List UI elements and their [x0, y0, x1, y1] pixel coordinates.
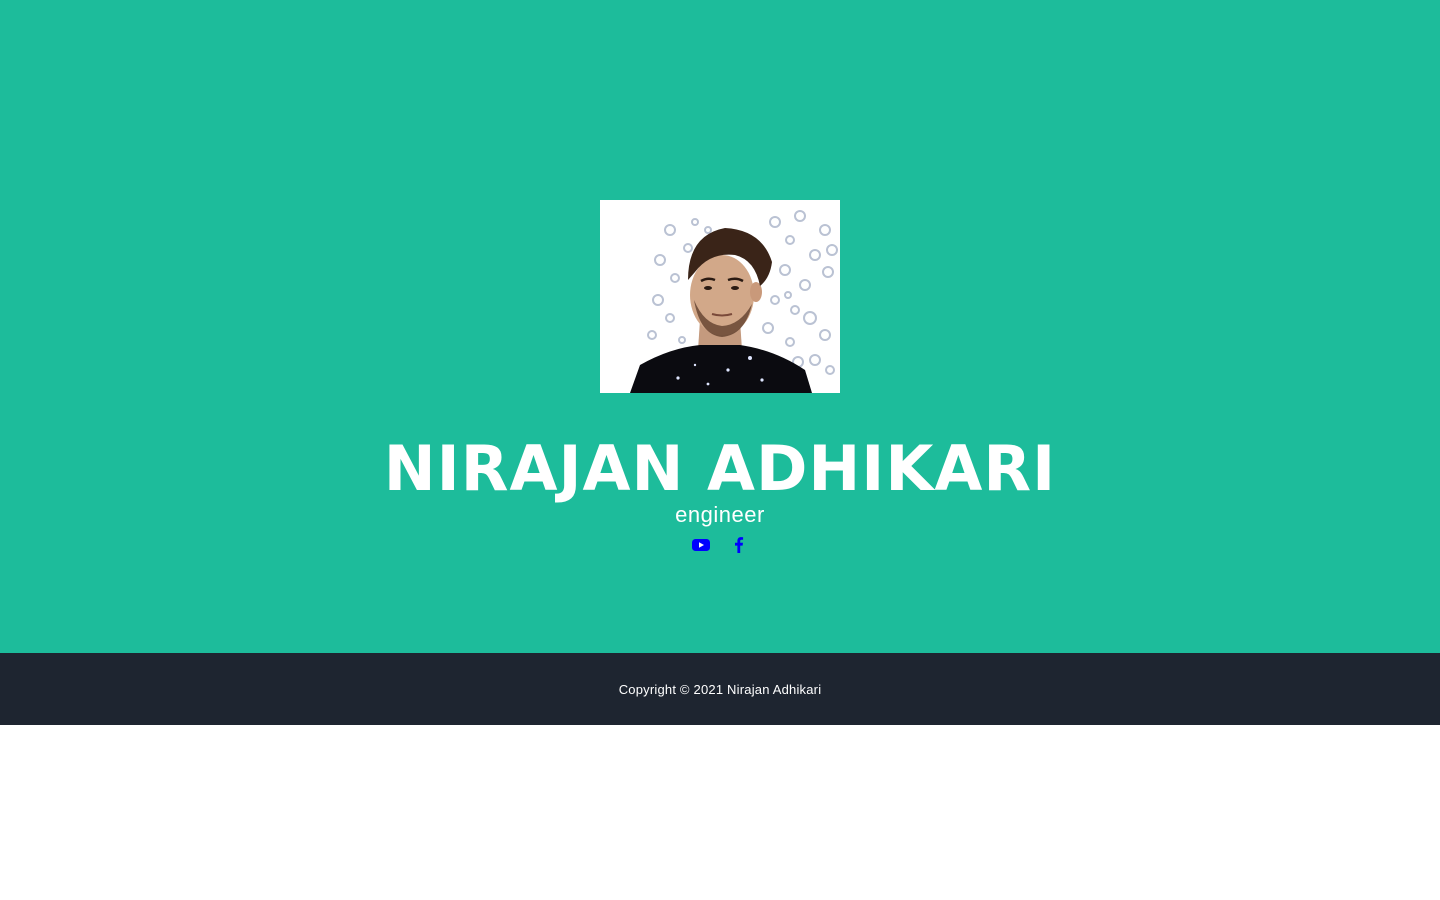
social-links: [0, 535, 1440, 555]
profile-name: NIRAJAN ADHIKARI: [383, 432, 1057, 505]
footer: Copyright © 2021 Nirajan Adhikari: [0, 653, 1440, 725]
youtube-icon: [692, 539, 710, 551]
profile-role: engineer: [675, 502, 765, 527]
facebook-link[interactable]: [730, 535, 748, 555]
youtube-link[interactable]: [692, 535, 710, 555]
copyright-text: Copyright © 2021 Nirajan Adhikari: [618, 681, 822, 697]
profile-photo: [600, 200, 840, 393]
hero-section: NIRAJAN ADHIKARI engineer: [0, 0, 1440, 653]
facebook-icon: [735, 537, 744, 553]
